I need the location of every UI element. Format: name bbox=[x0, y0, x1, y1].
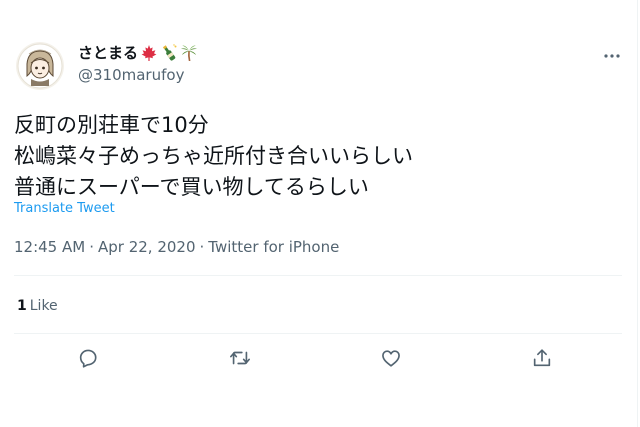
author-names: さとまる @310marufoy bbox=[78, 43, 198, 85]
more-dots-icon bbox=[604, 54, 620, 58]
user-handle[interactable]: @310marufoy bbox=[78, 65, 198, 85]
tweet-source[interactable]: Twitter for iPhone bbox=[208, 238, 339, 256]
meta-separator: · bbox=[199, 238, 205, 256]
divider bbox=[14, 333, 622, 334]
avatar[interactable] bbox=[16, 42, 64, 90]
tweet-text-line: 普通にスーパーで買い物してるらしい bbox=[14, 175, 369, 199]
like-button[interactable] bbox=[377, 344, 405, 372]
tweet-text-line: 松嶋菜々子めっちゃ近所付き合いいらしい bbox=[14, 144, 413, 168]
tweet-text: 反町の別荘車で10分 松嶋菜々子めっちゃ近所付き合いいらしい 普通にスーパーで買… bbox=[14, 110, 624, 203]
like-icon bbox=[382, 350, 400, 367]
tweet-header: さとまる @310marufoy bbox=[16, 42, 624, 90]
like-count: 1 bbox=[17, 298, 27, 314]
tweet-time[interactable]: 12:45 AM bbox=[14, 238, 85, 256]
share-icon bbox=[533, 349, 551, 367]
reply-icon bbox=[79, 349, 97, 368]
more-options-button[interactable] bbox=[600, 46, 624, 66]
retweet-icon bbox=[230, 351, 250, 365]
retweet-button[interactable] bbox=[226, 344, 254, 372]
display-name[interactable]: さとまる bbox=[78, 43, 198, 63]
display-name-text: さとまる bbox=[78, 44, 139, 62]
meta-separator: · bbox=[89, 238, 94, 256]
maple-leaf-icon bbox=[140, 44, 158, 62]
tweet-metadata: 12:45 AM · Apr 22, 2020 · Twitter for iPhone bbox=[14, 237, 339, 257]
divider bbox=[14, 275, 622, 276]
share-button[interactable] bbox=[528, 344, 556, 372]
tweet-detail: さとまる @310marufoy 反町の別荘車で10分 松嶋菜々子めっちゃ近所付… bbox=[0, 0, 640, 427]
reply-button[interactable] bbox=[74, 344, 102, 372]
palm-tree-icon bbox=[180, 44, 198, 62]
tweet-date[interactable]: Apr 22, 2020 bbox=[98, 238, 196, 256]
translate-tweet-link[interactable]: Translate Tweet bbox=[14, 201, 115, 216]
likes-stat[interactable]: 1 Like bbox=[17, 296, 58, 316]
champagne-bottle-icon bbox=[160, 44, 178, 62]
tweet-text-line: 反町の別荘車で10分 bbox=[14, 113, 209, 137]
like-label: Like bbox=[29, 298, 58, 314]
avatar-illustration bbox=[16, 42, 64, 90]
action-bar bbox=[0, 344, 640, 372]
